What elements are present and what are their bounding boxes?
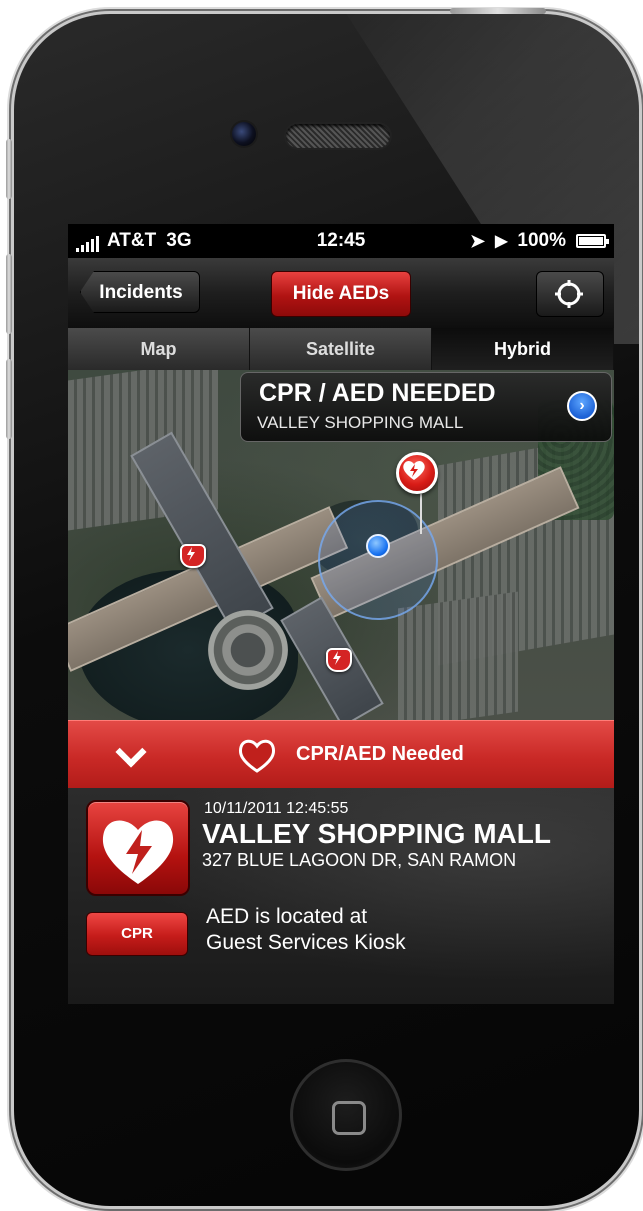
alert-label: CPR/AED Needed: [296, 743, 464, 765]
heart-icon: [238, 739, 276, 773]
play-icon: ▶: [495, 233, 508, 250]
incident-pin-stem: [420, 494, 422, 534]
incident-place: VALLEY SHOPPING MALL: [202, 818, 551, 849]
heart-lightning-icon: [102, 820, 174, 884]
front-camera: [232, 122, 256, 146]
home-button[interactable]: [290, 1059, 402, 1171]
locate-button[interactable]: [536, 271, 604, 317]
home-square-icon: [332, 1101, 366, 1135]
map-view[interactable]: CPR / AED NEEDED VALLEY SHOPPING MALL ›: [68, 370, 614, 720]
aed-marker-icon[interactable]: [326, 648, 352, 672]
incident-pin-icon[interactable]: [396, 452, 438, 494]
status-bar: AT&T 3G 12:45 ➤ ▶ 100%: [68, 224, 614, 258]
callout-subtitle: VALLEY SHOPPING MALL: [257, 413, 464, 432]
crosshair-icon: [555, 280, 583, 308]
heart-lightning-icon: [403, 461, 425, 480]
cpr-button[interactable]: CPR: [86, 912, 188, 956]
aed-marker-icon[interactable]: [180, 544, 206, 568]
chevron-down-icon[interactable]: [115, 736, 147, 768]
mute-switch: [6, 139, 12, 199]
segment-hybrid[interactable]: Hybrid: [432, 328, 614, 370]
user-location-dot: [366, 534, 390, 558]
incident-info-panel: 10/11/2011 12:45:55 VALLEY SHOPPING MALL…: [68, 788, 614, 1004]
incidents-back-button[interactable]: Incidents: [80, 271, 200, 313]
earpiece-speaker: [286, 124, 390, 148]
aed-location-text: AED is located at Guest Services Kiosk: [206, 904, 406, 956]
power-button: [450, 8, 546, 14]
location-arrow-icon: ➤: [469, 230, 486, 251]
round-building: [208, 610, 288, 690]
aed-app-icon: [86, 800, 190, 896]
screen: AT&T 3G 12:45 ➤ ▶ 100% Incidents Hide AE…: [68, 224, 614, 1004]
parking-lot: [398, 591, 518, 720]
incident-datetime: 10/11/2011 12:45:55: [204, 800, 349, 817]
disclosure-chevron-icon[interactable]: ›: [567, 391, 597, 421]
segment-satellite[interactable]: Satellite: [250, 328, 432, 370]
callout-title: CPR / AED NEEDED: [259, 379, 496, 407]
aed-location-line1: AED is located at: [206, 905, 368, 928]
map-type-segmented-control: Map Satellite Hybrid: [68, 328, 614, 371]
battery-icon: [576, 234, 609, 248]
status-right: ➤ ▶ 100%: [469, 230, 609, 252]
battery-percent: 100%: [517, 230, 566, 251]
alert-bar[interactable]: CPR/AED Needed: [68, 720, 614, 790]
hide-aeds-button[interactable]: Hide AEDs: [271, 271, 411, 317]
volume-down-button: [6, 359, 12, 439]
lightning-icon: [333, 651, 341, 665]
lightning-icon: [187, 547, 195, 561]
incident-callout[interactable]: CPR / AED NEEDED VALLEY SHOPPING MALL ›: [240, 372, 612, 442]
navigation-bar: Incidents Hide AEDs: [68, 258, 614, 329]
incident-address: 327 BLUE LAGOON DR, SAN RAMON: [202, 850, 517, 870]
segment-map[interactable]: Map: [68, 328, 250, 370]
aed-location-line2: Guest Services Kiosk: [206, 931, 406, 954]
volume-up-button: [6, 254, 12, 334]
